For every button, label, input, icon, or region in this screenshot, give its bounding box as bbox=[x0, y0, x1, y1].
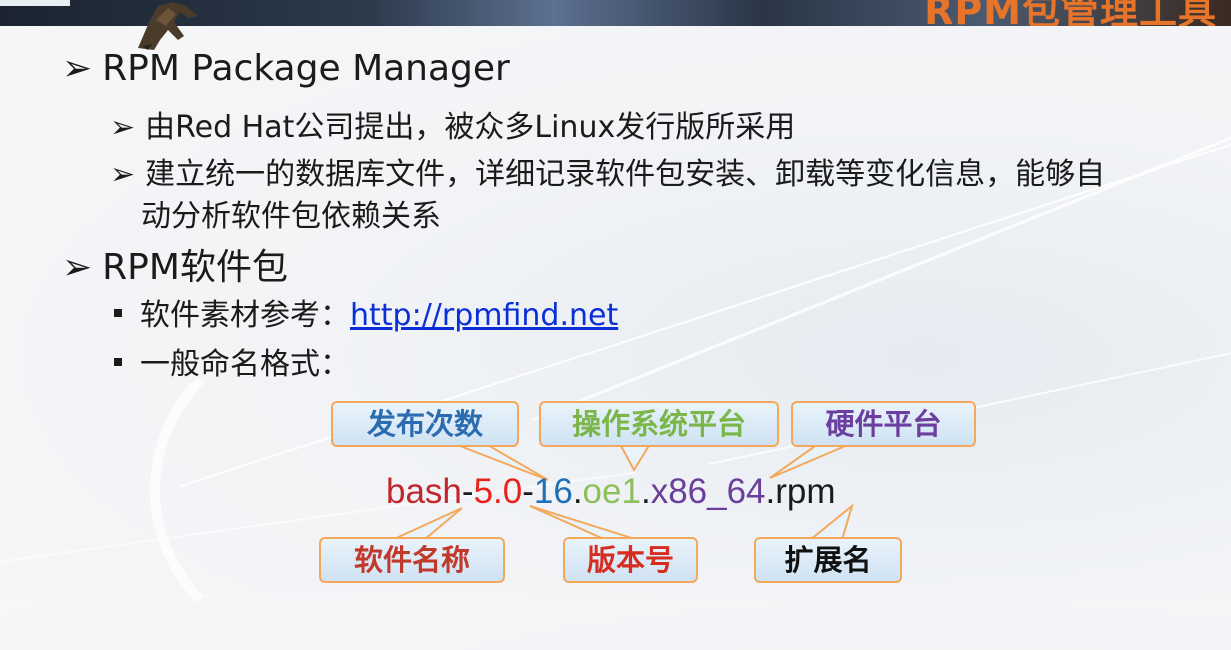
pkg-dot: . bbox=[572, 472, 583, 511]
bullet-text: 软件素材参考： bbox=[140, 298, 350, 333]
label-release: 发布次数 bbox=[331, 401, 519, 447]
sub-bullet-redhat: ➢ 由Red Hat公司提出，被众多Linux发行版所采用 bbox=[110, 102, 795, 146]
label-version: 版本号 bbox=[563, 537, 698, 583]
arrow-bullet-icon: ➢ bbox=[110, 110, 136, 145]
label-extension: 扩展名 bbox=[754, 537, 902, 583]
bullet-text: 由Red Hat公司提出，被众多Linux发行版所采用 bbox=[145, 110, 796, 145]
square-bullet-icon bbox=[114, 357, 122, 366]
sub-bullet-naming-format: 一般命名格式： bbox=[114, 339, 350, 383]
arrow-bullet-icon: ➢ bbox=[110, 157, 136, 192]
bullet-text: 一般命名格式： bbox=[140, 347, 350, 382]
bullet-text: 建立统一的数据库文件，详细记录软件包安装、卸载等变化信息，能够自 bbox=[145, 157, 1106, 192]
pkg-sep: - bbox=[522, 472, 534, 511]
pkg-os: oe1 bbox=[582, 472, 641, 511]
pkg-name: bash bbox=[386, 472, 462, 511]
square-bullet-icon bbox=[114, 308, 122, 317]
bullet-text: RPM Package Manager bbox=[102, 48, 510, 89]
pkg-extension: .rpm bbox=[765, 472, 836, 511]
pkg-dot: . bbox=[640, 472, 651, 511]
sub-bullet-database-cont: 动分析软件包依赖关系 bbox=[141, 199, 441, 234]
pkg-release: 16 bbox=[533, 472, 573, 511]
slide-title: RPM包管理工具 bbox=[924, 0, 1217, 26]
dragon-figure-icon bbox=[138, 2, 198, 50]
pkg-arch: x86_64 bbox=[650, 472, 766, 511]
rpmfind-link[interactable]: http://rpmfind.net bbox=[350, 298, 618, 333]
arrow-bullet-icon: ➢ bbox=[62, 48, 93, 89]
label-software-name: 软件名称 bbox=[319, 537, 505, 583]
sub-bullet-reference: 软件素材参考：http://rpmfind.net bbox=[114, 290, 618, 334]
bullet-text: RPM软件包 bbox=[102, 247, 288, 288]
pkg-sep: - bbox=[461, 472, 474, 511]
bullet-rpm-package-manager: ➢ RPM Package Manager bbox=[62, 48, 510, 89]
label-os-platform: 操作系统平台 bbox=[539, 401, 779, 447]
banner-highlight bbox=[0, 0, 70, 6]
bullet-rpm-package: ➢ RPM软件包 bbox=[62, 238, 288, 290]
pointer-os bbox=[618, 443, 652, 473]
sub-bullet-database: ➢ 建立统一的数据库文件，详细记录软件包安装、卸载等变化信息，能够自 bbox=[110, 149, 1105, 193]
pkg-version: 5.0 bbox=[473, 472, 523, 511]
package-filename: bash-5.0-16.oe1.x86_64.rpm bbox=[386, 472, 836, 512]
arrow-bullet-icon: ➢ bbox=[62, 247, 93, 288]
label-hardware-platform: 硬件平台 bbox=[791, 401, 976, 447]
